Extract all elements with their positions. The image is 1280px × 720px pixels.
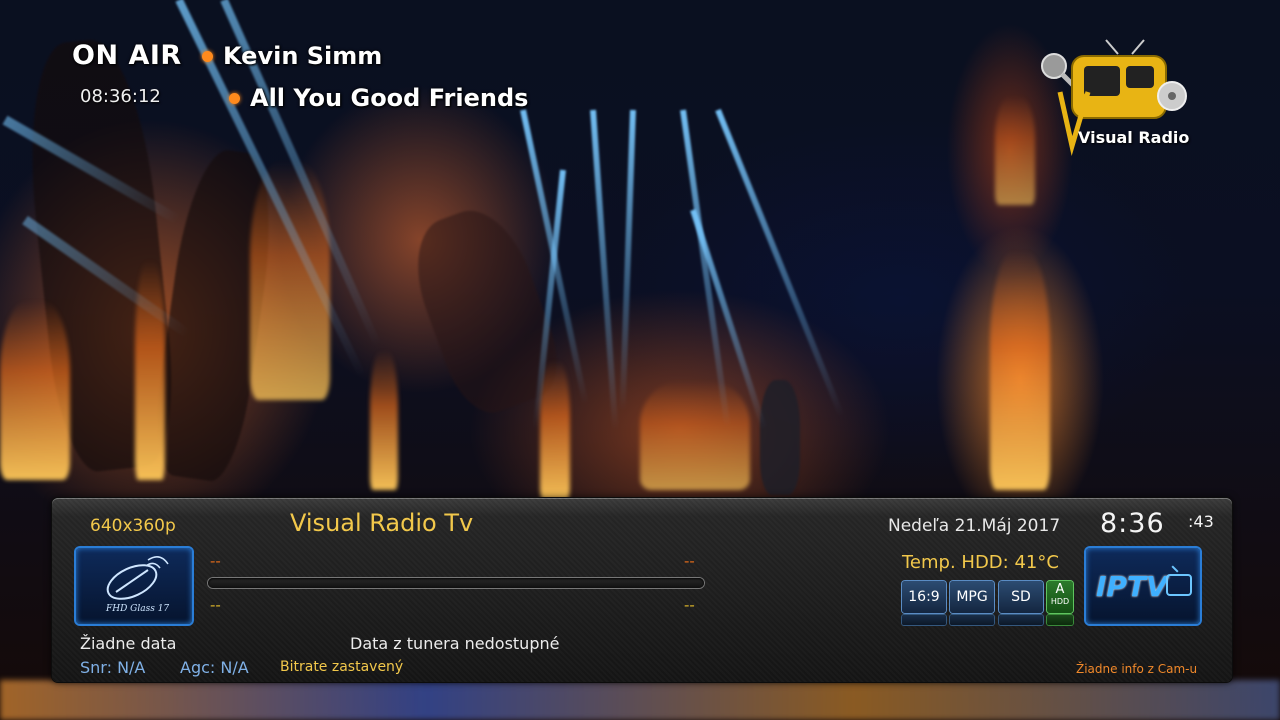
clock-seconds: :43 — [1188, 512, 1214, 531]
iptv-label: IPTV — [1096, 570, 1168, 603]
channel-infobar: 640x360p Visual Radio Tv Nedeľa 21.Máj 2… — [52, 498, 1232, 682]
tuner-status: Data z tunera nedostupné — [350, 634, 560, 653]
badge-reflection — [1047, 615, 1073, 625]
snr-value: Snr: N/A — [80, 658, 146, 677]
event-now-time: -- — [210, 552, 221, 570]
agc-value: Agc: N/A — [180, 658, 249, 677]
artist-name: Kevin Simm — [223, 42, 383, 70]
bullet-icon — [229, 92, 240, 104]
codec-badge: MPG — [950, 581, 994, 613]
on-air-label: ON AIR — [72, 40, 182, 71]
event-next-time: -- — [210, 596, 221, 614]
audio-badge-label: A — [1055, 582, 1065, 597]
date-label: Nedeľa 21.Máj 2017 — [888, 516, 1061, 536]
resolution-label: 640x360p — [90, 516, 176, 536]
channel-name: Visual Radio Tv — [290, 509, 474, 537]
bullet-icon — [202, 50, 213, 62]
badge-reflection — [950, 615, 994, 625]
now-playing-artist: Kevin Simm — [202, 42, 382, 70]
event-next-duration: -- — [684, 596, 695, 614]
cam-info: Žiadne info z Cam-u — [1076, 662, 1198, 676]
logo-text: Visual Radio — [1078, 128, 1190, 147]
badge-reflection — [999, 615, 1043, 625]
no-data-label: Žiadne data — [80, 634, 177, 653]
clock-time: 8:36 — [1100, 508, 1165, 539]
hdd-temperature: Temp. HDD: 41°C — [902, 552, 1059, 573]
channel-picon: FHD Glass 17 — [76, 548, 192, 624]
picon-text: FHD Glass 17 — [106, 604, 170, 614]
song-title: All You Good Friends — [250, 84, 529, 112]
audio-badge: A HDD — [1047, 581, 1073, 613]
aspect-badge: 16:9 — [902, 581, 946, 613]
definition-badge: SD — [999, 581, 1043, 613]
on-air-time: 08:36:12 — [80, 86, 161, 107]
badge-reflection — [902, 615, 946, 625]
tv-icon — [1166, 574, 1192, 596]
audio-badge-sub: HDD — [1050, 597, 1070, 606]
event-progress-bar — [208, 578, 704, 588]
bitrate-status: Bitrate zastavený — [280, 659, 404, 675]
iptv-logo: IPTV — [1086, 548, 1200, 624]
event-now-duration: -- — [684, 552, 695, 570]
now-playing-song: All You Good Friends — [229, 84, 528, 112]
visual-radio-logo: Visual Radio — [1036, 36, 1196, 156]
